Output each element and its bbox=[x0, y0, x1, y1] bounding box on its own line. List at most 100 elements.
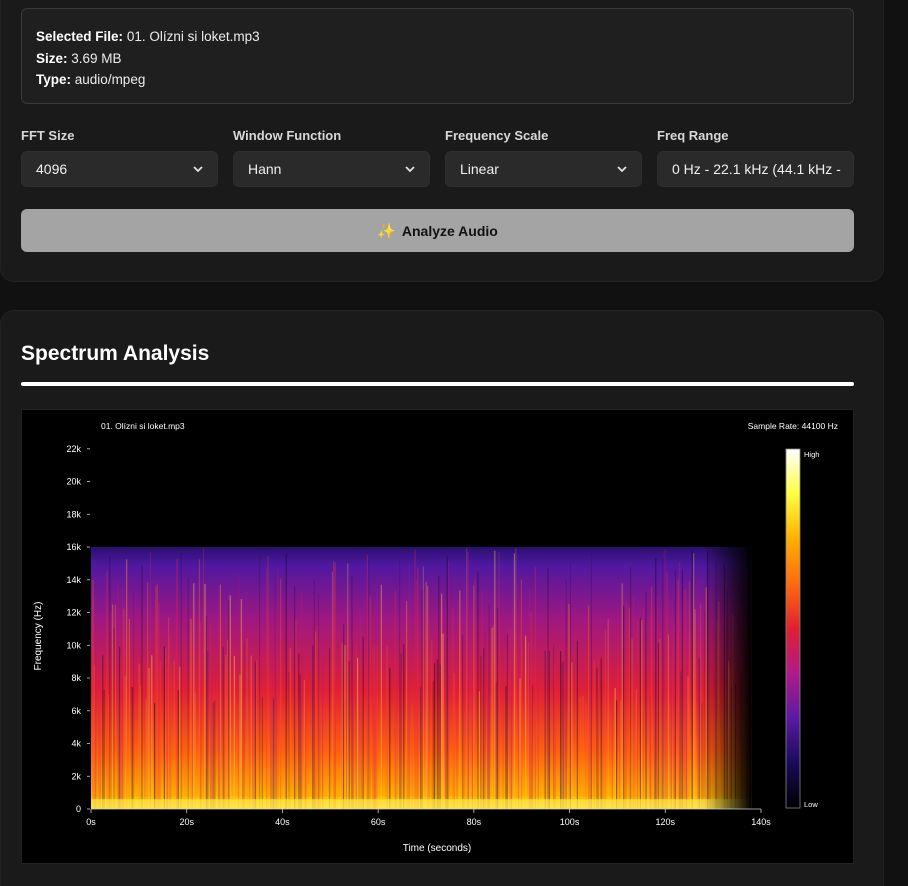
spectrogram-streak bbox=[138, 663, 140, 809]
spectrogram-streak bbox=[112, 604, 114, 809]
spectrogram-streak bbox=[107, 694, 109, 809]
spectrogram-streak bbox=[156, 583, 158, 809]
spectrogram-streak bbox=[529, 587, 531, 809]
spectrogram-streak bbox=[102, 655, 104, 809]
spectrogram-streak bbox=[596, 668, 598, 809]
spectrogram-streak bbox=[471, 653, 473, 809]
spectrogram-streak bbox=[434, 663, 436, 809]
spectrogram-streak bbox=[589, 652, 591, 809]
spectrogram-streak bbox=[700, 603, 702, 809]
spectrogram-streak bbox=[564, 639, 566, 809]
x-tick-label: 80s bbox=[467, 817, 482, 827]
spectrogram-streak bbox=[463, 591, 465, 809]
spectrogram-streak bbox=[553, 644, 555, 809]
spectrogram-streak bbox=[406, 601, 408, 809]
spectrogram-streak bbox=[513, 553, 515, 809]
spectrogram-streak bbox=[677, 579, 679, 809]
spectrogram-streak bbox=[203, 547, 205, 809]
spectrogram-streak bbox=[452, 608, 454, 809]
spectrogram-streak bbox=[403, 644, 405, 809]
spectrogram-streak bbox=[117, 583, 119, 809]
spectrogram-streak bbox=[131, 687, 133, 809]
type-row: Type: audio/mpeg bbox=[36, 69, 839, 91]
spectrogram-streak bbox=[133, 590, 135, 809]
spectrogram-streak bbox=[588, 605, 590, 809]
window-function-label: Window Function bbox=[233, 128, 342, 143]
spectrogram-streak bbox=[267, 555, 269, 809]
spectrogram-streak bbox=[151, 655, 153, 809]
spectrogram-streak bbox=[415, 580, 417, 809]
spectrogram-streak bbox=[271, 608, 273, 809]
spectrogram-streak bbox=[593, 660, 595, 809]
spectrogram-streak bbox=[358, 636, 360, 809]
spectrogram-streak bbox=[266, 569, 268, 809]
spectrogram-streak bbox=[285, 554, 287, 809]
spectrogram-streak bbox=[467, 552, 469, 809]
chevron-down-icon bbox=[193, 166, 203, 173]
spectrogram-streak bbox=[154, 703, 156, 809]
freq-range-select[interactable]: 0 Hz - 22.1 kHz (44.1 kHz - bbox=[657, 151, 854, 187]
analyze-audio-button[interactable]: ✨ Analyze Audio bbox=[21, 209, 854, 252]
frequency-scale-label: Frequency Scale bbox=[445, 128, 549, 143]
spectrogram-streak bbox=[659, 639, 661, 809]
spectrogram-streak bbox=[148, 668, 150, 809]
spectrogram-streak bbox=[239, 674, 241, 809]
y-tick-label: 6k bbox=[71, 706, 81, 716]
spectrogram-streak bbox=[448, 561, 450, 809]
spectrogram-streak bbox=[380, 584, 382, 809]
spectrogram-streak bbox=[632, 597, 634, 809]
spectrogram-streak bbox=[270, 674, 272, 809]
spectrogram-streak bbox=[193, 583, 195, 809]
spectrogram-streak bbox=[114, 604, 116, 809]
spectrogram-streak bbox=[509, 629, 511, 809]
spectrogram-streak bbox=[481, 590, 483, 809]
analysis-controls: FFT Size 4096 Window Function Hann Frequ… bbox=[21, 128, 854, 188]
spectrogram-streak bbox=[466, 548, 468, 809]
spectrogram-streak bbox=[506, 634, 508, 809]
spectrogram-streak bbox=[141, 565, 143, 809]
spectrogram-streak bbox=[155, 586, 157, 809]
spectrogram-streak bbox=[620, 700, 622, 809]
spectrogram-streak bbox=[158, 602, 160, 809]
size-label: Size: bbox=[36, 50, 68, 66]
spectrogram-streak bbox=[408, 563, 410, 809]
spectrogram-streak bbox=[92, 580, 94, 809]
spectrogram-streak bbox=[649, 693, 651, 809]
spectrogram-streak bbox=[407, 701, 409, 809]
spectrogram-streak bbox=[422, 566, 424, 809]
spectrogram-streak bbox=[492, 625, 494, 809]
spectrogram-streak bbox=[683, 590, 685, 809]
frequency-scale-select[interactable]: Linear bbox=[445, 151, 642, 187]
spectrogram-streak bbox=[294, 586, 296, 809]
chevron-down-icon bbox=[617, 166, 627, 173]
spectrogram-streak bbox=[389, 667, 391, 809]
spectrogram-streak bbox=[123, 608, 125, 809]
sparkle-icon: ✨ bbox=[377, 222, 396, 240]
spectrogram-streak bbox=[635, 689, 637, 809]
spectrogram-streak bbox=[362, 636, 364, 809]
spectrogram-streak bbox=[198, 559, 200, 809]
spectrogram-streak bbox=[446, 555, 448, 809]
spectrogram-streak bbox=[565, 579, 567, 809]
fft-size-select[interactable]: 4096 bbox=[21, 151, 218, 187]
spectrogram-streak bbox=[693, 553, 695, 809]
window-function-select[interactable]: Hann bbox=[233, 151, 430, 187]
spectrogram-streak bbox=[554, 664, 556, 809]
spectrogram-streak bbox=[665, 548, 667, 809]
y-tick-label: 10k bbox=[66, 640, 81, 650]
spectrogram-streak bbox=[347, 563, 349, 809]
spectrogram-streak bbox=[655, 557, 657, 809]
spectrogram-streak bbox=[95, 647, 97, 809]
spectrogram-streak bbox=[686, 593, 688, 809]
spectrogram-streak bbox=[224, 684, 226, 809]
spectrogram-streak bbox=[170, 665, 172, 809]
x-tick-label: 40s bbox=[275, 817, 290, 827]
spectrogram-streak bbox=[238, 574, 240, 809]
y-axis-label: Frequency (Hz) bbox=[33, 602, 44, 671]
spectrogram-streak bbox=[436, 659, 438, 809]
spectrogram-streak bbox=[305, 672, 307, 809]
spectrogram-streak bbox=[487, 662, 489, 809]
spectrogram-streak bbox=[400, 653, 402, 809]
spectrogram-streak bbox=[495, 681, 497, 809]
spectrogram-streak bbox=[274, 574, 276, 809]
